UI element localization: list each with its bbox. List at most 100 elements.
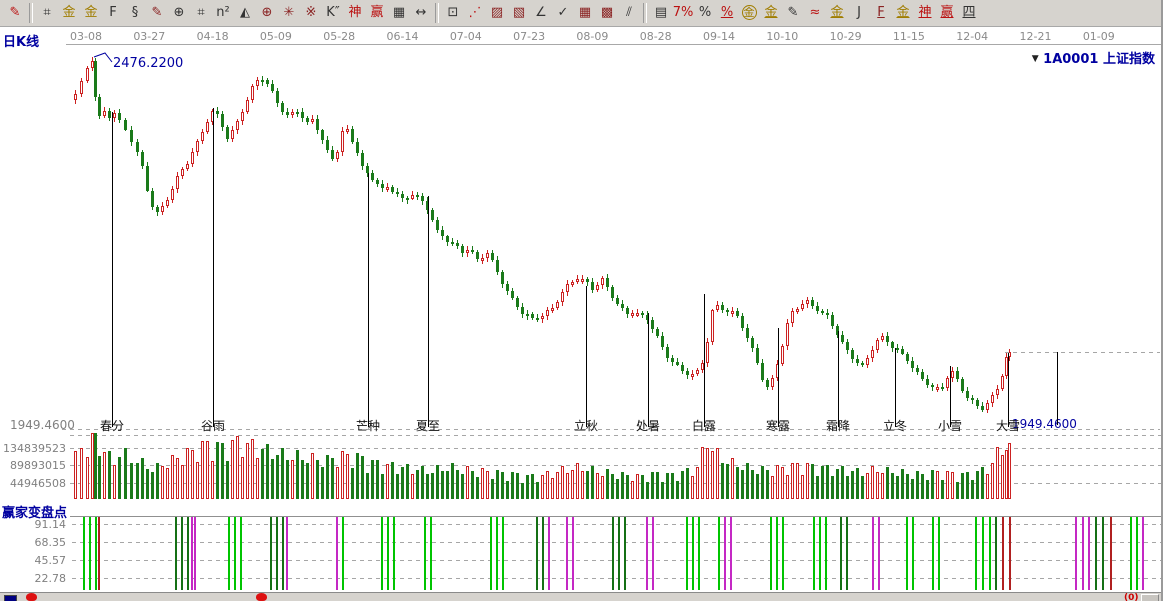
brush-measure-icon[interactable]: ✎ [146,3,168,24]
status-blue-icon[interactable] [4,595,17,601]
gold-underline-icon[interactable]: 金 [826,3,848,24]
volume-axis-label: 134839523 [3,442,66,455]
box-fan-icon[interactable]: ▧ [508,3,530,24]
volume-bar [231,440,234,499]
grid-box2-icon[interactable]: ▩ [596,3,618,24]
volume-bar [531,474,534,499]
candle-body [741,315,744,329]
compass-icon[interactable]: ⊕ [256,3,278,24]
four-angle-icon[interactable]: 四 [958,3,980,24]
volume-bar [756,474,759,499]
box-anchor-icon[interactable]: ⊡ [442,3,464,24]
volume-bar [118,457,121,499]
volume-bar [686,468,689,499]
width-measure-icon[interactable]: ↔ [410,3,432,24]
shen-angle-icon[interactable]: 神 [914,3,936,24]
volume-bar [991,463,994,499]
shen-icon[interactable]: 神 [344,3,366,24]
box-rays-icon[interactable]: ▨ [486,3,508,24]
volume-bar [996,447,999,499]
candle-body [351,128,354,142]
indicator-signal-line [819,517,821,590]
wave-check-icon[interactable]: ✓ [552,3,574,24]
volume-bar [311,453,314,499]
hash-grid-icon[interactable]: ⌗ [36,3,58,24]
slant-lines-icon[interactable]: ⫽ [618,3,640,24]
indicator-signal-line [572,517,574,590]
status-red-marker[interactable] [256,593,267,601]
starburst-icon[interactable]: ✳ [278,3,300,24]
indicator-signal-line [932,517,934,590]
candle-body [271,84,274,91]
status-bar[interactable]: (0) [0,592,1161,601]
pen-note-icon[interactable]: ✎ [782,3,804,24]
seven-percent-icon[interactable]: 7% [672,3,694,24]
indicator-signal-line [191,517,193,590]
candle-body [171,189,174,200]
scrollbar-thumb[interactable] [1141,594,1159,601]
candle-body [676,362,679,365]
projection-vertical-line [1057,352,1058,425]
volume-bar [496,470,499,499]
volume-bar [241,457,244,499]
gold-angle-icon[interactable]: 金 [892,3,914,24]
candle-body [811,299,814,306]
volume-bar [916,471,919,499]
percent-icon[interactable]: % [694,3,716,24]
candle-body [531,314,534,318]
gold-tool-b-icon[interactable]: 金 [80,3,102,24]
volume-bar [526,475,529,499]
volume-bars-icon[interactable]: ▤ [650,3,672,24]
gold-circle-icon[interactable]: 金 [738,3,760,24]
candle-body [471,249,474,253]
web-grid-icon[interactable]: ※ [300,3,322,24]
indicator-signal-line [938,517,940,590]
angle-mirror-icon[interactable]: ◭ [234,3,256,24]
f-angle-icon[interactable]: F [870,3,892,24]
candle-body [376,180,379,184]
candle-body [931,385,934,388]
candle-body [141,151,144,166]
percent-line-icon[interactable]: % [716,3,738,24]
volume-bar [401,467,404,499]
candle-body [636,313,639,317]
candle-body [841,335,844,343]
symbol-label[interactable]: ▼ 1A0001 上证指数 [1032,48,1155,67]
brush-icon[interactable]: ✎ [4,3,26,24]
j-angle-icon[interactable]: J [848,3,870,24]
ruler-grid-icon[interactable]: ⌗ [190,3,212,24]
volume-bar [761,466,764,499]
gold-tool-a-icon[interactable]: 金 [58,3,80,24]
spiral-tool-icon[interactable]: § [124,3,146,24]
ying-angle-icon[interactable]: 赢 [936,3,958,24]
pencil-angle-icon[interactable]: ∠ [530,3,552,24]
candle-body [896,347,899,350]
volume-bar [151,472,154,499]
indicator-signal-line [698,517,700,590]
flag-tool-icon[interactable]: F [102,3,124,24]
volume-bar [876,472,879,499]
volume-bar [211,461,214,499]
n-squared-icon[interactable]: n² [212,3,234,24]
volume-bar [701,447,704,499]
status-red-marker[interactable] [26,593,37,601]
volume-bar [371,460,374,499]
volume-bar [156,463,159,499]
volume-bar [816,476,819,499]
globe-tool-icon[interactable]: ⊕ [168,3,190,24]
k-quote-icon[interactable]: K″ [322,3,344,24]
dense-grid-icon[interactable]: ▦ [388,3,410,24]
candle-body [651,320,654,330]
solar-term-line [428,196,429,427]
candle-body [566,283,569,292]
ying-icon[interactable]: 赢 [366,3,388,24]
wave-band-icon[interactable]: ≈ [804,3,826,24]
symbol-dropdown-icon[interactable]: ▼ [1032,54,1039,64]
gold-lines-icon[interactable]: 金 [760,3,782,24]
grid-box-icon[interactable]: ▦ [574,3,596,24]
candle-body [821,311,824,314]
gann-rays-icon[interactable]: ⋰ [464,3,486,24]
volume-bar [841,466,844,499]
volume-bar [171,455,174,499]
volume-bar [626,475,629,499]
